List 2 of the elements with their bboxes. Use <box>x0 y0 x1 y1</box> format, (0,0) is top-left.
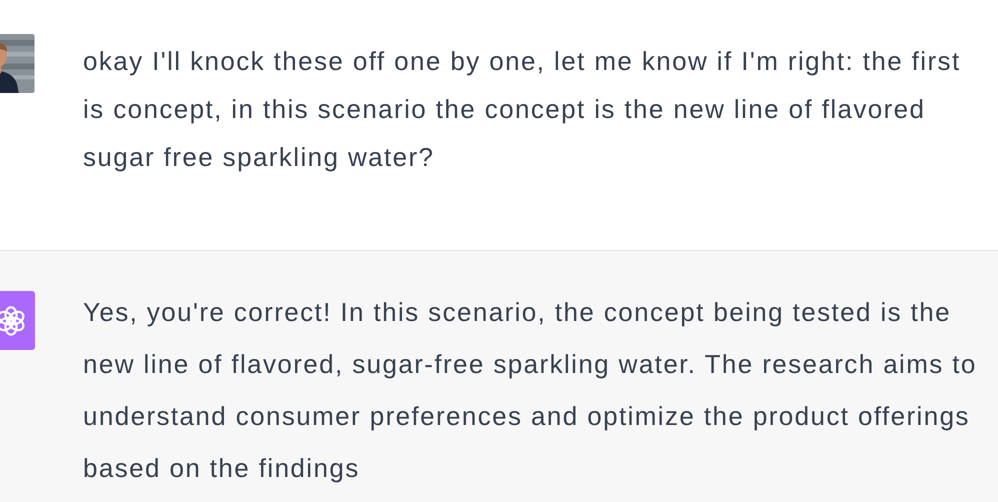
message-text: okay I'll knock these off one by one, let me know if I'm right: the first is concept, in this scenario the concept is the new line of flavored sugar free sparkling water? <box>83 45 962 174</box>
message-text: Yes, you're correct! In this scenario, the concept being tested is the new line of flavored, sugar-free sparkling water. The research aims to understand consumer preferences and optimize the product offerings based on the findings <box>83 296 978 485</box>
